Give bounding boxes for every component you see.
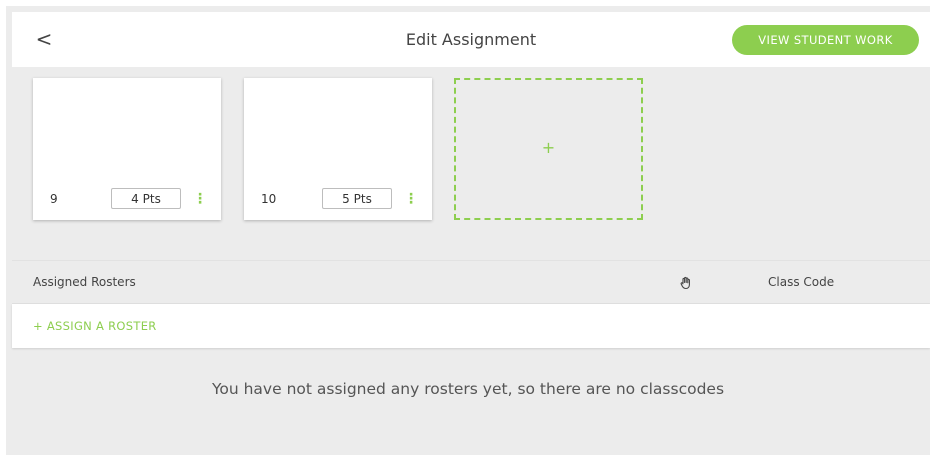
- points-field[interactable]: 4 Pts: [111, 188, 181, 209]
- rosters-table-header: Assigned Rosters Class Code: [12, 260, 930, 304]
- hand-icon: [679, 275, 693, 290]
- assign-roster-button[interactable]: + ASSIGN A ROSTER: [33, 304, 157, 348]
- empty-rosters-message: You have not assigned any rosters yet, s…: [211, 380, 725, 398]
- header-bar: < Edit Assignment VIEW STUDENT WORK: [12, 12, 930, 67]
- question-card[interactable]: 10 5 Pts ⋮: [244, 78, 432, 220]
- question-number: 9: [50, 192, 58, 206]
- assigned-rosters-heading: Assigned Rosters: [33, 275, 136, 289]
- plus-icon: +: [541, 138, 556, 157]
- question-card[interactable]: 9 4 Pts ⋮: [33, 78, 221, 220]
- class-code-column-header: Class Code: [768, 275, 835, 289]
- more-options-icon[interactable]: ⋮: [404, 189, 418, 209]
- question-number: 10: [261, 192, 277, 206]
- assign-roster-row: + ASSIGN A ROSTER: [12, 304, 930, 348]
- view-student-work-button[interactable]: VIEW STUDENT WORK: [732, 25, 919, 55]
- points-field[interactable]: 5 Pts: [322, 188, 392, 209]
- back-arrow-icon[interactable]: <: [34, 28, 54, 50]
- add-question-card[interactable]: +: [454, 78, 643, 220]
- more-options-icon[interactable]: ⋮: [193, 189, 207, 209]
